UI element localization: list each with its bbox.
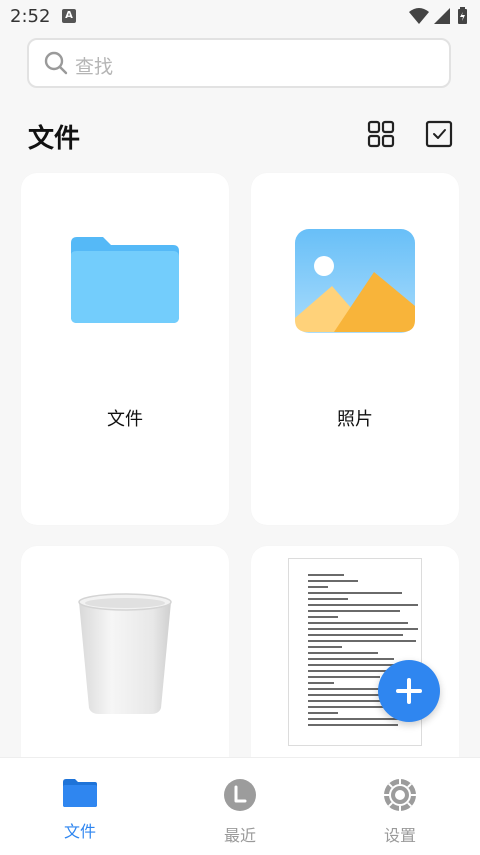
photo-icon — [295, 229, 415, 333]
folder-icon — [63, 779, 97, 807]
nav-settings[interactable]: 设置 — [350, 778, 450, 846]
nav-settings-label: 设置 — [383, 826, 416, 845]
status-bar: 2:52 A — [0, 0, 480, 32]
status-icons — [408, 6, 470, 30]
nav-files-label: 文件 — [63, 822, 96, 841]
search-placeholder: 查找 — [75, 56, 114, 78]
recent-icon — [224, 779, 256, 811]
plus-icon — [396, 678, 422, 704]
folder-icon — [71, 237, 179, 323]
grid-icon — [367, 120, 395, 148]
nav-recent[interactable]: 最近 — [190, 778, 290, 846]
card-photos[interactable]: 照片 — [251, 173, 459, 525]
select-button[interactable] — [424, 119, 454, 149]
battery-icon — [458, 7, 467, 24]
card-photos-label: 照片 — [337, 409, 373, 430]
signal-icon — [434, 8, 450, 24]
card-files[interactable]: 文件 — [21, 173, 229, 525]
search-icon — [43, 50, 69, 80]
checkbox-icon — [425, 120, 453, 148]
nav-recent-label: 最近 — [223, 826, 256, 845]
status-time: 2:52 — [10, 6, 51, 27]
card-files-label: 文件 — [107, 409, 143, 430]
wifi-icon — [409, 8, 429, 24]
search-bar[interactable]: 查找 — [27, 38, 451, 88]
page-title: 文件 — [28, 124, 81, 154]
notification-icon: A — [62, 9, 76, 23]
bottom-nav: 文件 最近 设置 — [0, 757, 480, 855]
settings-icon — [384, 779, 416, 811]
trash-icon — [78, 593, 172, 714]
add-button[interactable] — [378, 660, 440, 722]
nav-files[interactable]: 文件 — [30, 778, 130, 842]
grid-view-button[interactable] — [366, 119, 396, 149]
